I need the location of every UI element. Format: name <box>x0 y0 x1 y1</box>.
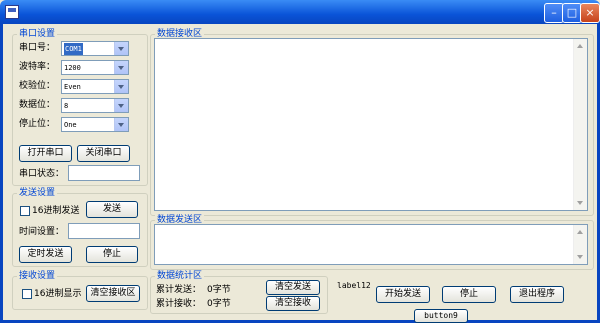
clear-sent-count-button[interactable]: 清空发送 <box>266 280 320 295</box>
parity-label: 校验位： <box>19 81 56 91</box>
send-textarea[interactable] <box>154 224 588 265</box>
recv-settings-title: 接收设置 <box>17 270 58 282</box>
chevron-down-icon[interactable] <box>114 118 128 131</box>
databits-label: 数据位： <box>19 100 56 110</box>
stopbits-value: One <box>64 121 77 129</box>
send-button[interactable]: 发送 <box>86 201 138 218</box>
send-scrollbar[interactable] <box>573 225 587 264</box>
hex-send-label: 16进制发送 <box>32 206 80 216</box>
chevron-down-icon[interactable] <box>114 99 128 112</box>
minimize-button[interactable]: – <box>544 3 564 23</box>
baud-value: 1200 <box>64 64 81 72</box>
timed-send-button[interactable]: 定时发送 <box>19 246 72 263</box>
scroll-up-icon[interactable] <box>577 230 583 234</box>
open-port-button[interactable]: 打开串口 <box>19 145 72 162</box>
close-port-button[interactable]: 关闭串口 <box>77 145 130 162</box>
total-sent-value: 0字节 <box>207 285 231 295</box>
scroll-down-icon[interactable] <box>577 201 583 205</box>
chevron-down-icon[interactable] <box>114 80 128 93</box>
scroll-up-icon[interactable] <box>577 44 583 48</box>
chevron-down-icon[interactable] <box>114 61 128 74</box>
start-send-button[interactable]: 开始发送 <box>376 286 430 303</box>
parity-select[interactable]: Even <box>61 79 129 94</box>
clear-recv-count-button[interactable]: 清空接收 <box>266 296 320 311</box>
stopbits-select[interactable]: One <box>61 117 129 132</box>
recv-scrollbar[interactable] <box>573 39 587 210</box>
scroll-down-icon[interactable] <box>577 255 583 259</box>
total-recv-label: 累计接收： <box>156 299 202 309</box>
label12: label12 <box>337 281 371 290</box>
recv-textarea[interactable] <box>154 38 588 211</box>
chevron-down-icon[interactable] <box>114 42 128 55</box>
timed-stop-button[interactable]: 停止 <box>86 246 138 263</box>
title-bar: – □ × <box>0 0 600 24</box>
stop-button[interactable]: 停止 <box>442 286 496 303</box>
baud-select[interactable]: 1200 <box>61 60 129 75</box>
hex-display-checkbox[interactable] <box>22 289 32 299</box>
time-setting-label: 时间设置： <box>19 227 65 237</box>
clear-recv-area-button[interactable]: 清空接收区 <box>86 285 140 302</box>
close-button[interactable]: × <box>580 3 600 23</box>
hex-send-checkbox[interactable] <box>20 206 30 216</box>
exit-program-button[interactable]: 退出程序 <box>510 286 564 303</box>
serial-settings-title: 串口设置 <box>17 28 58 40</box>
parity-value: Even <box>64 83 81 91</box>
databits-select[interactable]: 8 <box>61 98 129 113</box>
port-status-field[interactable] <box>68 165 140 181</box>
maximize-button[interactable]: □ <box>562 3 582 23</box>
app-icon <box>5 5 19 19</box>
send-settings-title: 发送设置 <box>17 187 58 199</box>
port-label: 串口号： <box>19 43 56 53</box>
total-sent-label: 累计发送： <box>156 285 202 295</box>
stopbits-label: 停止位： <box>19 119 56 129</box>
total-recv-value: 0字节 <box>207 299 231 309</box>
port-value: COM1 <box>64 43 83 55</box>
databits-value: 8 <box>64 102 69 110</box>
baud-label: 波特率： <box>19 62 56 72</box>
time-setting-field[interactable] <box>68 223 140 239</box>
stats-title: 数据统计区 <box>155 270 205 282</box>
hex-display-label: 16进制显示 <box>34 289 82 299</box>
port-status-label: 串口状态： <box>19 169 65 179</box>
button9[interactable]: button9 <box>414 309 468 323</box>
port-select[interactable]: COM1 <box>61 41 129 56</box>
